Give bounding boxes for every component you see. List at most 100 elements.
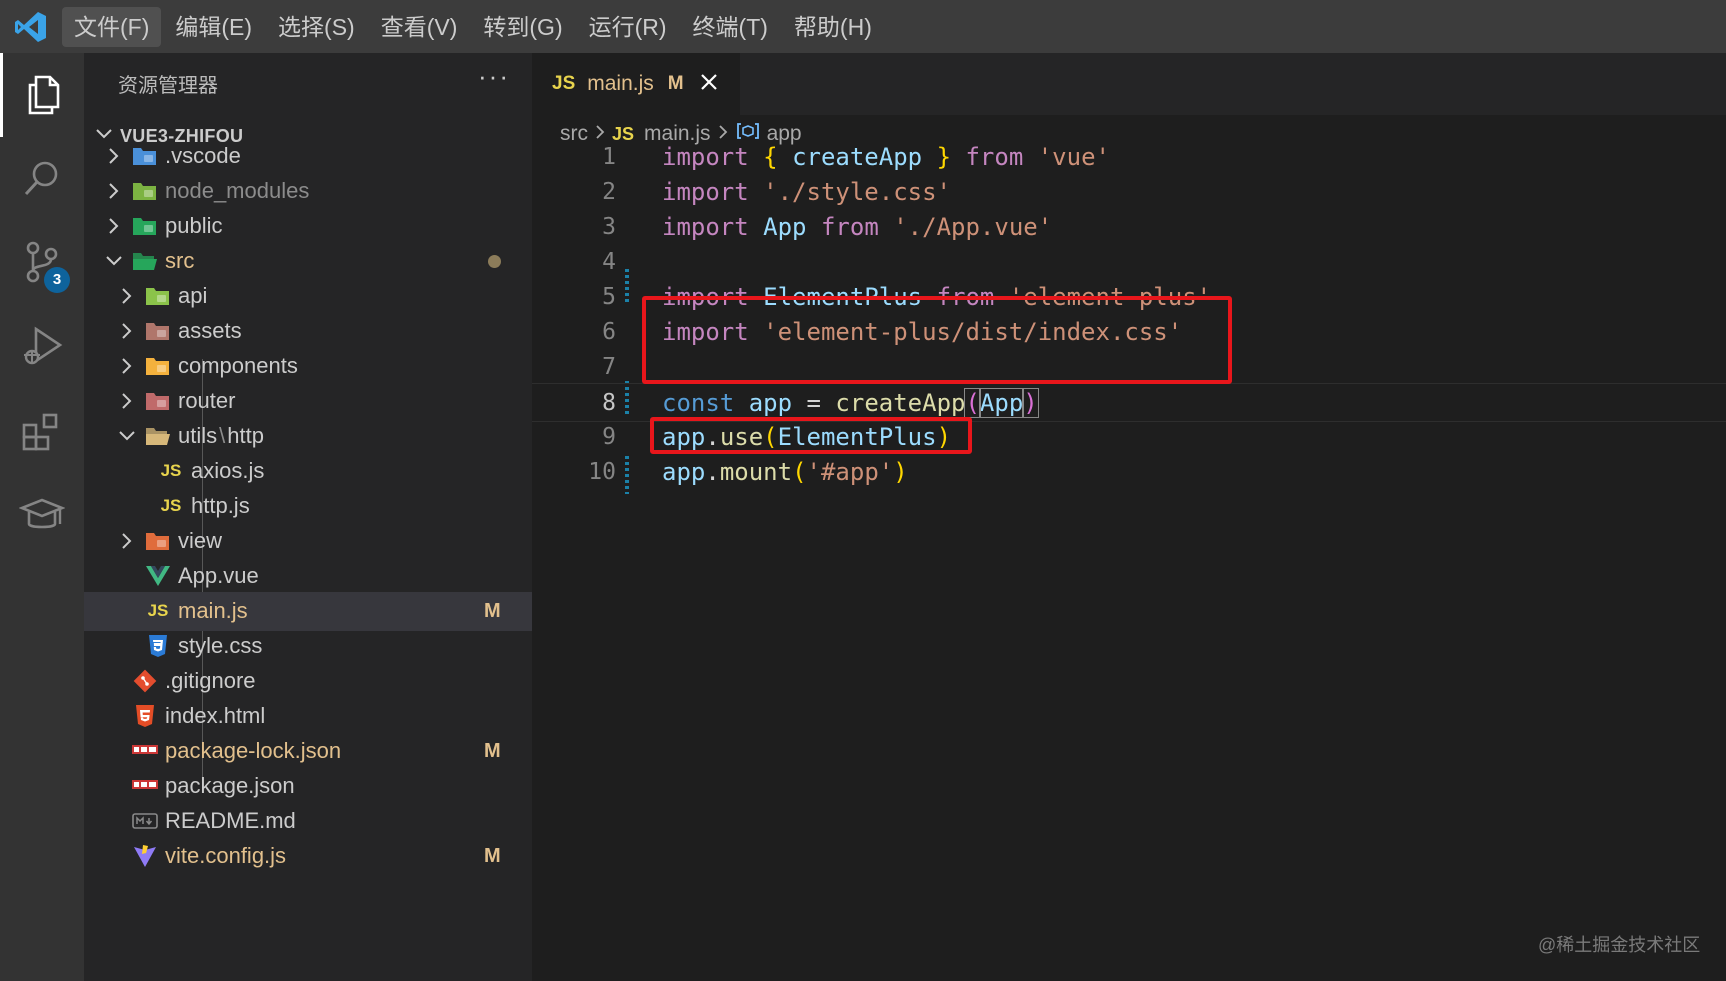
code-token: = bbox=[792, 389, 836, 417]
tree-item[interactable]: vite.config.js M bbox=[84, 837, 532, 876]
source-control-activity-button[interactable]: 3 bbox=[0, 221, 84, 305]
run-debug-activity-button[interactable] bbox=[0, 305, 84, 389]
chevron-right-icon[interactable] bbox=[104, 181, 124, 201]
tree-item[interactable]: README.md bbox=[84, 802, 532, 841]
js-file-icon: JS bbox=[160, 496, 182, 516]
code-token: from bbox=[820, 213, 879, 241]
files-icon bbox=[28, 75, 59, 115]
line-number: 10 bbox=[588, 459, 616, 485]
tree-item-name: view bbox=[178, 528, 223, 554]
tree-item[interactable]: JS http.js bbox=[84, 487, 532, 526]
tree-item-label: utils\http bbox=[178, 423, 264, 449]
tree-item-label: README.md bbox=[165, 808, 296, 834]
menu-item-1[interactable]: 编辑(E) bbox=[163, 7, 264, 47]
tab-main-js[interactable]: JS main.js M bbox=[532, 53, 740, 115]
html-file-icon bbox=[132, 703, 158, 729]
folder-icon bbox=[145, 388, 171, 414]
menu-item-4[interactable]: 转到(G) bbox=[471, 7, 574, 47]
chevron-right-icon[interactable] bbox=[117, 531, 137, 551]
tree-item[interactable]: JS axios.js bbox=[84, 452, 532, 491]
tree-item[interactable]: api bbox=[84, 277, 532, 316]
tree-item[interactable]: .gitignore bbox=[84, 662, 532, 701]
tree-item-name: assets bbox=[178, 318, 242, 344]
code-line[interactable]: 1 import { createApp } from 'vue' bbox=[532, 138, 1726, 177]
tree-item[interactable]: assets bbox=[84, 312, 532, 351]
tree-item[interactable]: index.html bbox=[84, 697, 532, 736]
menu-item-2[interactable]: 选择(S) bbox=[266, 7, 367, 47]
explorer-more-button[interactable]: ··· bbox=[478, 61, 510, 92]
line-number: 7 bbox=[602, 354, 616, 380]
menu-item-6[interactable]: 终端(T) bbox=[681, 7, 780, 47]
tree-item[interactable]: node_modules bbox=[84, 172, 532, 211]
tree-item-name: App.vue bbox=[178, 563, 259, 589]
chevron-right-icon[interactable] bbox=[117, 391, 137, 411]
menu-item-3[interactable]: 查看(V) bbox=[369, 7, 470, 47]
extensions-activity-button[interactable] bbox=[0, 389, 84, 473]
chevron-down-icon[interactable] bbox=[117, 426, 137, 446]
code-line[interactable]: 4 bbox=[532, 243, 1726, 282]
learn-icon bbox=[19, 498, 65, 529]
tree-item[interactable]: components bbox=[84, 347, 532, 386]
code-line[interactable]: 3 import App from './App.vue' bbox=[532, 208, 1726, 247]
code-token: . bbox=[705, 458, 720, 486]
line-number: 3 bbox=[602, 214, 616, 240]
tree-item[interactable]: package-lock.json M bbox=[84, 732, 532, 771]
close-icon[interactable] bbox=[700, 73, 718, 96]
menu-item-5[interactable]: 运行(R) bbox=[577, 7, 679, 47]
tree-item[interactable]: JS main.js M bbox=[84, 592, 532, 631]
tree-item-name: src bbox=[165, 248, 195, 274]
search-activity-button[interactable] bbox=[0, 137, 84, 221]
tree-item[interactable]: public bbox=[84, 207, 532, 246]
chevron-right-icon[interactable] bbox=[117, 286, 137, 306]
tree-item-label: axios.js bbox=[191, 458, 264, 484]
code-token: app bbox=[662, 458, 706, 486]
tree-item-name-suffix[interactable]: http bbox=[227, 423, 264, 448]
chevron-right-icon[interactable] bbox=[104, 146, 124, 166]
tree-item[interactable]: style.css bbox=[84, 627, 532, 666]
explorer-title: 资源管理器 bbox=[118, 75, 218, 97]
code-text: import { createApp } from 'vue' bbox=[662, 138, 1110, 177]
explorer-activity-button[interactable] bbox=[0, 53, 84, 137]
code-text: import App from './App.vue' bbox=[662, 208, 1052, 247]
tree-item-name: public bbox=[165, 213, 223, 239]
tree-item-name: main.js bbox=[178, 598, 248, 624]
chevron-right-icon[interactable] bbox=[117, 321, 137, 341]
tree-item[interactable]: .vscode bbox=[84, 137, 532, 176]
tree-item[interactable]: utils\http bbox=[84, 417, 532, 456]
tree-item-label: node_modules bbox=[165, 178, 309, 204]
tree-item[interactable]: view bbox=[84, 522, 532, 561]
code-token: { bbox=[763, 143, 778, 171]
code-text: app.mount('#app') bbox=[662, 453, 908, 492]
menu-item-7[interactable]: 帮助(H) bbox=[782, 7, 884, 47]
code-line[interactable]: 10 app.mount('#app') bbox=[532, 453, 1726, 492]
code-line[interactable]: 8 const app = createApp(App) bbox=[532, 383, 1726, 422]
line-number: 1 bbox=[602, 144, 616, 170]
tree-item-name: index.html bbox=[165, 703, 266, 729]
tree-item-label: main.js bbox=[178, 598, 248, 624]
tree-item[interactable]: App.vue bbox=[84, 557, 532, 596]
tree-item-name: api bbox=[178, 283, 208, 309]
menu-item-0[interactable]: 文件(F) bbox=[62, 6, 162, 47]
tree-item-name: node_modules bbox=[165, 178, 310, 204]
chevron-down-icon[interactable] bbox=[104, 251, 124, 271]
code-token: import bbox=[662, 178, 749, 206]
chevron-right-icon[interactable] bbox=[117, 356, 137, 376]
tree-item[interactable]: package.json bbox=[84, 767, 532, 806]
code-token: mount bbox=[719, 458, 793, 486]
code-line[interactable]: 2 import './style.css' bbox=[532, 173, 1726, 212]
watermark: @稀土掘金技术社区 bbox=[1538, 935, 1701, 955]
code-editor[interactable]: 1 import { createApp } from 'vue' 2 import … bbox=[532, 143, 1726, 981]
learn-activity-button[interactable] bbox=[0, 473, 84, 557]
tree-item-label: index.html bbox=[165, 703, 265, 729]
code-token: App bbox=[978, 388, 1025, 418]
code-token: app bbox=[748, 389, 793, 417]
editor-tab-bar: JS main.js M bbox=[532, 53, 1726, 115]
tree-item-name: vite.config.js bbox=[165, 843, 287, 869]
chevron-right-icon[interactable] bbox=[104, 216, 124, 236]
tree-item-label: assets bbox=[178, 318, 242, 344]
code-token: from bbox=[965, 143, 1024, 171]
tree-item[interactable]: src bbox=[84, 242, 532, 281]
tree-item[interactable]: router bbox=[84, 382, 532, 421]
